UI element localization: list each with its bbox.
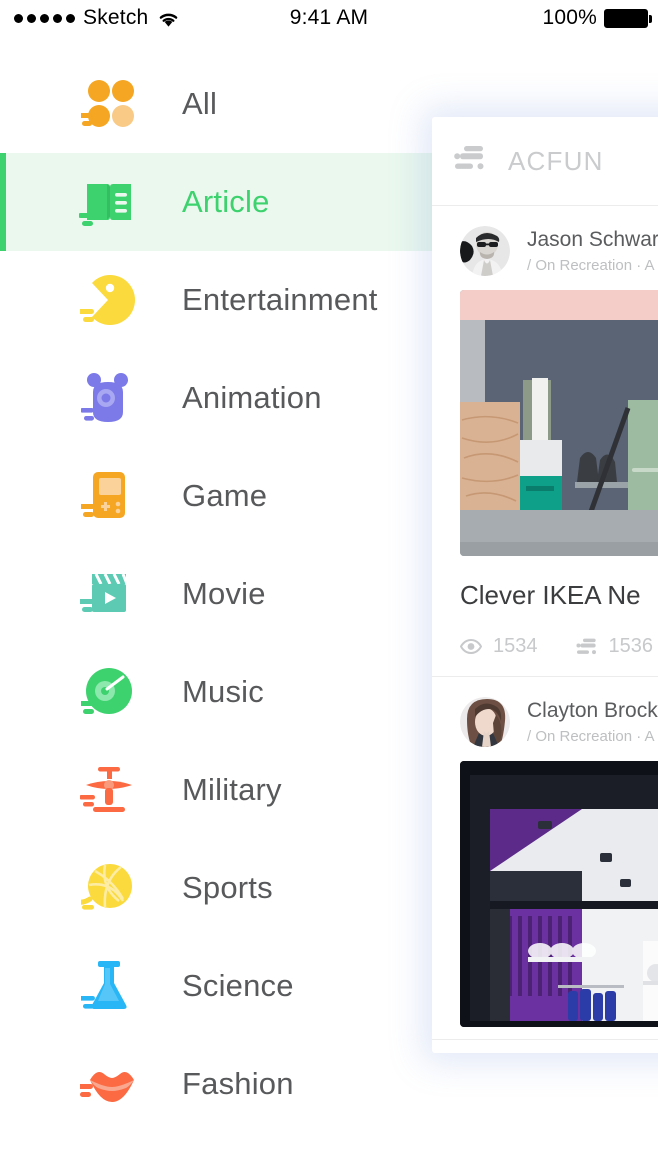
sidebar-item-label: Music	[182, 674, 264, 709]
sidebar-item-label: Sports	[182, 870, 273, 905]
view-count: 1534	[460, 635, 538, 658]
sidebar-item-label: Article	[182, 184, 270, 219]
author-subtitle: / On Recreation · A	[527, 728, 655, 745]
smiley-face-icon	[78, 269, 140, 331]
sidebar-item-label: Entertainment	[182, 282, 378, 317]
gameboy-icon	[78, 465, 140, 527]
yarn-ball-icon	[78, 857, 140, 919]
vinyl-record-icon	[78, 661, 140, 723]
battery-full-icon	[604, 8, 652, 28]
avatar[interactable]	[460, 226, 510, 276]
clapperboard-icon	[78, 563, 140, 625]
flask-icon	[78, 955, 140, 1017]
sidebar-item-label: Science	[182, 968, 294, 1003]
sidebar-item-label: Fashion	[182, 1066, 294, 1101]
lips-icon	[78, 1053, 140, 1115]
sidebar-item-label: Movie	[182, 576, 266, 611]
avatar[interactable]	[460, 697, 510, 747]
panel-header: ACFUN	[432, 117, 658, 206]
panel-title: ACFUN	[508, 145, 604, 176]
feed-card[interactable]: Clayton Brock / On Recreation · A	[432, 677, 658, 1040]
comment-count: 1536	[575, 635, 654, 658]
author-name: Jason Schwar	[527, 228, 658, 251]
article-title[interactable]: Clever IKEA Ne	[432, 556, 658, 611]
article-stats: 1534 1536	[432, 611, 658, 664]
status-bar: Sketch 9:41 AM 100%	[0, 0, 658, 36]
author-meta: Jason Schwar / On Recreation · A	[527, 228, 658, 274]
feed-card[interactable]: Jason Schwar / On Recreation · A Clever …	[432, 206, 658, 677]
sidebar-item-label: Military	[182, 772, 282, 807]
feed-panel: ACFUN Jason Schwar / On Recreation · A C…	[432, 117, 658, 1053]
author-meta: Clayton Brock / On Recreation · A	[527, 699, 658, 745]
article-thumbnail[interactable]	[460, 290, 658, 556]
author-row[interactable]: Clayton Brock / On Recreation · A	[432, 677, 658, 761]
selected-accent-bar	[0, 153, 6, 251]
status-bar-right: 100%	[542, 6, 652, 30]
battery-percent-label: 100%	[542, 6, 597, 29]
monster-icon	[78, 367, 140, 429]
comment-icon	[575, 638, 596, 654]
four-dots-icon	[78, 73, 140, 135]
sidebar-item-label: Animation	[182, 380, 322, 415]
author-row[interactable]: Jason Schwar / On Recreation · A	[432, 206, 658, 290]
sidebar-item-label: Game	[182, 478, 268, 513]
comment-count-value: 1536	[608, 635, 654, 657]
sidebar-item-label: All	[182, 86, 218, 121]
author-name: Clayton Brock	[527, 699, 658, 722]
airplane-icon	[78, 759, 140, 821]
author-subtitle: / On Recreation · A	[527, 257, 655, 274]
eye-icon	[460, 639, 482, 654]
view-count-value: 1534	[493, 635, 538, 657]
open-book-icon	[78, 171, 140, 233]
article-thumbnail[interactable]	[460, 761, 658, 1027]
acfun-logo-icon[interactable]	[454, 145, 486, 177]
